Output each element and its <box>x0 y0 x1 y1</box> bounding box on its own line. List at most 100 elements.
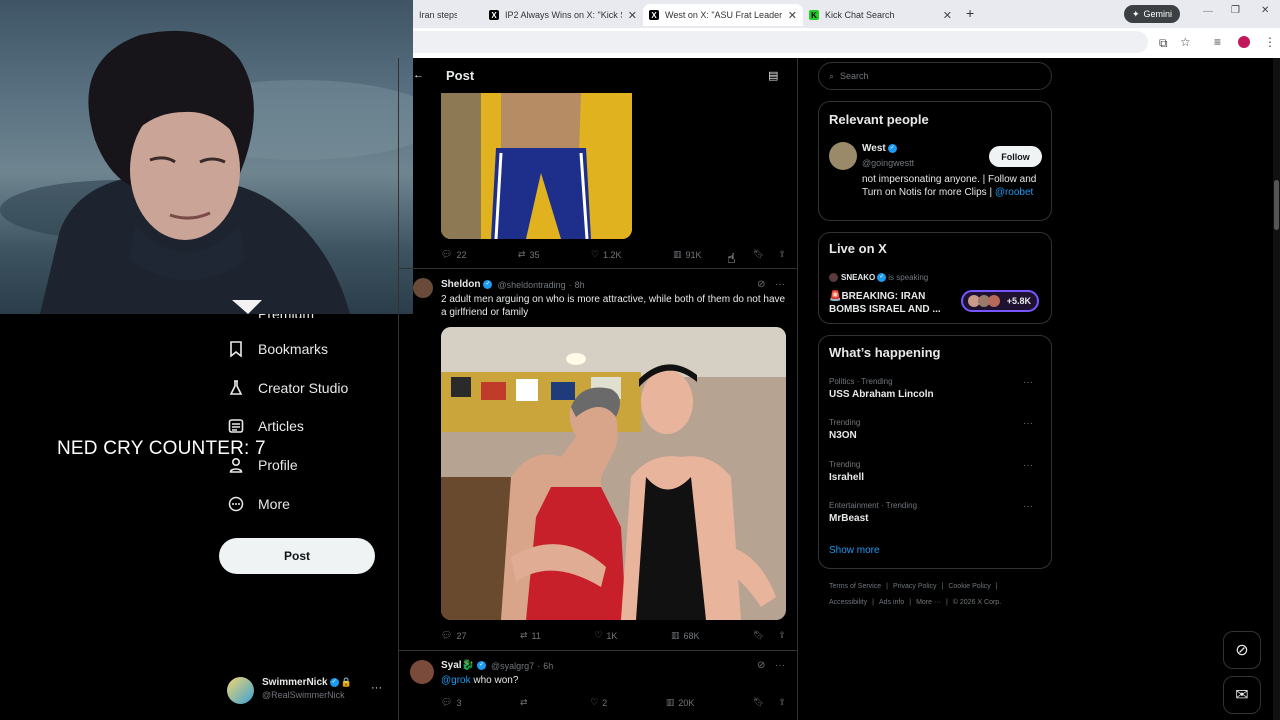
person-name[interactable]: West ✓ <box>862 143 899 154</box>
grok-fab-icon[interactable]: ⊘ <box>1223 631 1261 669</box>
author-handle[interactable]: @sheldontrading <box>497 280 565 290</box>
heart-icon: ♡ <box>594 630 603 640</box>
scrollbar-thumb[interactable] <box>1274 180 1279 230</box>
live-headline[interactable]: 🚨BREAKING: IRAN BOMBS ISRAEL AND ... <box>829 290 949 316</box>
avatar[interactable] <box>829 142 857 170</box>
bookmark-icon[interactable]: 🔖︎ <box>753 697 764 708</box>
post-button[interactable]: Post <box>219 538 375 574</box>
views-button[interactable]: ▥ 68K <box>671 630 700 641</box>
nav-item-bookmarks[interactable]: Bookmarks <box>228 341 328 357</box>
footer-link[interactable]: Terms of Service <box>829 583 881 590</box>
browser-tab[interactable]: K Kick Chat Search ✕ <box>803 4 958 26</box>
verified-badge-icon: ✓ <box>329 678 339 687</box>
share-icon[interactable]: ⇪ <box>778 249 786 260</box>
repost-button[interactable]: ⇄ 35 <box>518 249 540 260</box>
tweet-actions: 💬︎ 27 ⇄ 11 ♡ 1K ▥ 68K 🔖︎ ⇪ <box>441 630 786 641</box>
live-host[interactable]: SNEAKO ✓ is speaking <box>829 273 928 282</box>
restore-icon[interactable]: ❐ <box>1231 5 1240 16</box>
bio-link[interactable]: @roobet <box>995 187 1034 198</box>
trend-item[interactable]: Entertainment · Trending MrBeast ··· <box>829 501 1043 524</box>
view-count: 68K <box>683 630 700 641</box>
tweet-media[interactable] <box>441 327 786 620</box>
avatar[interactable] <box>227 677 254 704</box>
listener-count: +5.8K <box>1006 296 1031 306</box>
like-button[interactable]: ♡ 2 <box>590 697 607 708</box>
trend-item[interactable]: Politics · Trending USS Abraham Lincoln … <box>829 377 1043 400</box>
footer-link[interactable]: Privacy Policy <box>893 583 937 590</box>
show-more-link[interactable]: Show more <box>829 545 880 556</box>
like-button[interactable]: ♡ 1.2K <box>591 249 622 260</box>
verified-badge-icon: ✓ <box>887 144 897 153</box>
bookmark-icon[interactable]: 🔖︎ <box>753 630 764 641</box>
trend-more-icon[interactable]: ··· <box>1023 460 1033 471</box>
account-menu-icon[interactable]: ··· <box>371 682 382 694</box>
verified-badge-icon: ✓ <box>877 273 887 282</box>
close-icon[interactable]: ✕ <box>943 9 952 22</box>
share-icon[interactable]: ⇪ <box>778 697 786 708</box>
footer-link[interactable]: Accessibility <box>829 599 867 606</box>
footer-link[interactable]: Ads info <box>879 599 904 606</box>
author-name[interactable]: Sheldon <box>441 279 480 290</box>
close-icon[interactable]: ✕ <box>788 9 797 22</box>
trend-more-icon[interactable]: ··· <box>1023 377 1033 388</box>
reply-button[interactable]: 💬︎ 3 <box>441 697 461 708</box>
live-space-button[interactable]: +5.8K <box>961 290 1039 312</box>
avatar <box>988 295 1000 307</box>
mention-link[interactable]: @grok <box>441 675 471 686</box>
trend-item[interactable]: Trending Israhell ··· <box>829 460 1043 483</box>
tweet-media[interactable] <box>441 93 632 239</box>
more-options-icon[interactable]: ··· <box>775 660 785 671</box>
browser-tab[interactable]: Iran steps u <box>413 4 463 26</box>
trend-item[interactable]: Trending N3ON ··· <box>829 418 1043 441</box>
nav-item-more[interactable]: More <box>228 496 290 512</box>
grok-icon[interactable]: ⊘ <box>757 279 765 290</box>
profile-avatar[interactable] <box>1238 36 1250 48</box>
messages-fab-icon[interactable]: ✉ <box>1223 676 1261 714</box>
browser-tab-active[interactable]: X West on X: "ASU Frat Leader ar ✕ <box>643 4 803 26</box>
share-icon[interactable]: ⇪ <box>778 630 786 641</box>
reading-list-icon[interactable]: ≡ <box>1214 35 1221 49</box>
person-handle[interactable]: @goingwestt <box>862 158 914 168</box>
kick-logo-icon: K <box>809 10 819 20</box>
browser-tab[interactable]: X IP2 Always Wins on X: "Kick Str ✕ <box>483 4 643 26</box>
avatar[interactable] <box>413 278 433 298</box>
author-name[interactable]: Syal🐉 <box>441 660 474 671</box>
follow-button[interactable]: Follow <box>989 146 1042 167</box>
search-input[interactable]: ⌕ Search <box>818 62 1052 90</box>
copyright: © 2026 X Corp. <box>952 599 1002 606</box>
author-handle[interactable]: @syalgrg7 <box>491 661 534 671</box>
nav-item-creator-studio[interactable]: Creator Studio <box>228 380 348 396</box>
trend-more-icon[interactable]: ··· <box>1023 418 1033 429</box>
like-button[interactable]: ♡ 1K <box>594 630 617 641</box>
repost-button[interactable]: ⇄ <box>520 697 532 708</box>
account-switcher[interactable]: SwimmerNick ✓ 🔒 @RealSwimmerNick <box>262 677 352 700</box>
minimize-icon[interactable]: — <box>1203 6 1213 17</box>
flask-icon <box>228 380 244 396</box>
more-options-icon[interactable]: ··· <box>775 279 785 290</box>
window-close-icon[interactable]: ✕ <box>1261 5 1269 16</box>
back-arrow-icon[interactable]: ← <box>413 69 424 81</box>
scrollbar[interactable] <box>1273 58 1280 720</box>
close-icon[interactable]: ✕ <box>628 9 637 22</box>
bookmark-star-icon[interactable]: ☆ <box>1180 35 1191 49</box>
avatar[interactable] <box>410 660 434 684</box>
reply-button[interactable]: 💬︎ 27 <box>441 630 466 641</box>
reader-view-icon[interactable]: ▤ <box>768 69 778 82</box>
grok-icon[interactable]: ⊘ <box>757 660 765 671</box>
tweet-time[interactable]: 8h <box>575 280 585 290</box>
footer-link[interactable]: Cookie Policy <box>948 583 990 590</box>
tweet-time[interactable]: 6h <box>543 661 553 671</box>
trend-more-icon[interactable]: ··· <box>1023 501 1033 512</box>
repost-button[interactable]: ⇄ 11 <box>520 630 541 641</box>
gemini-button[interactable]: ✦ Gemini <box>1124 5 1181 23</box>
browser-menu-icon[interactable]: ⋮ <box>1264 35 1276 49</box>
bookmark-icon[interactable]: 🔖︎ <box>753 249 764 260</box>
reply-button[interactable]: 💬︎ 22 <box>441 249 466 260</box>
address-bar[interactable] <box>413 31 1148 53</box>
views-button[interactable]: ▥ 91K <box>673 249 702 260</box>
footer-link[interactable]: More ··· <box>916 599 941 606</box>
install-app-icon[interactable]: ⧉ <box>1159 36 1168 51</box>
new-tab-button[interactable]: + <box>966 5 974 21</box>
nav-item-articles[interactable]: Articles <box>228 418 304 434</box>
views-button[interactable]: ▥ 20K <box>666 697 695 708</box>
